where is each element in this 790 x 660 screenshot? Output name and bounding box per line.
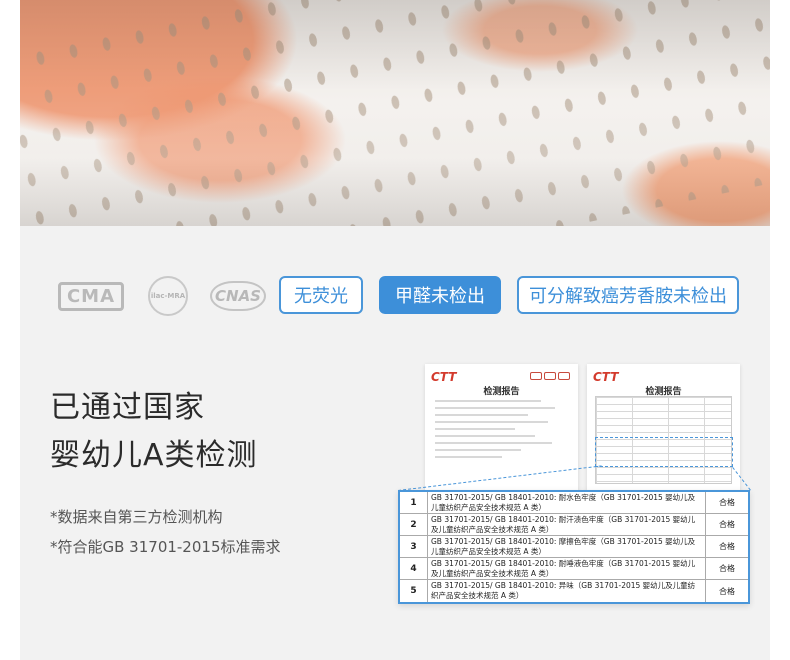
report-text-lines — [435, 400, 568, 482]
row-number: 3 — [400, 536, 428, 557]
report-cert-marks — [530, 372, 570, 380]
cnas-logo-text: CNAS — [210, 281, 266, 311]
note-source: *数据来自第三方检测机构 — [50, 508, 223, 526]
report-logo: CTT — [431, 370, 457, 384]
test-report-page-1: CTT 检测报告 — [425, 364, 578, 492]
tag-no-fluorescence: 无荧光 — [279, 276, 363, 314]
row-result: 合格 — [719, 520, 735, 529]
row-number: 4 — [400, 558, 428, 579]
product-panel: CMA ilac-MRA CNAS 无荧光 甲醛未检出 可分解致癌芳香胺未检出 … — [20, 0, 770, 660]
headline-line-1: 已通过国家 — [50, 390, 205, 425]
row-test-item: GB 31701-2015/ GB 18401-2010: 耐水色牢度（GB 3… — [428, 492, 706, 513]
table-row: 4 GB 31701-2015/ GB 18401-2010: 耐唾液色牢度（G… — [400, 558, 748, 580]
headline: 已通过国家 婴幼儿A类检测 — [50, 384, 350, 480]
row-number: 5 — [400, 580, 428, 602]
tag-no-aromatic-amines: 可分解致癌芳香胺未检出 — [517, 276, 739, 314]
report-logo: CTT — [593, 370, 619, 384]
ilac-mra-logo: ilac-MRA — [146, 276, 190, 316]
table-row: 1 GB 31701-2015/ GB 18401-2010: 耐水色牢度（GB… — [400, 492, 748, 514]
row-test-item: GB 31701-2015/ GB 18401-2010: 耐唾液色牢度（GB … — [428, 558, 706, 579]
test-report-page-2: CTT 检测报告 — [587, 364, 740, 492]
tag-no-formaldehyde: 甲醛未检出 — [379, 276, 501, 314]
row-result: 合格 — [719, 586, 735, 596]
row-result: 合格 — [719, 498, 735, 507]
test-results-table: 1 GB 31701-2015/ GB 18401-2010: 耐水色牢度（GB… — [398, 490, 750, 604]
report-highlight-box — [595, 437, 733, 467]
headline-line-2: 婴幼儿A类检测 — [50, 438, 258, 473]
note-standard: *符合能GB 31701-2015标准需求 — [50, 538, 281, 556]
table-row: 2 GB 31701-2015/ GB 18401-2010: 耐汗渍色牢度（G… — [400, 514, 748, 536]
cma-logo: CMA — [57, 276, 125, 316]
cnas-logo: CNAS — [210, 276, 266, 316]
fabric-shading — [20, 0, 770, 226]
report-title: 检测报告 — [483, 387, 520, 397]
table-row: 5 GB 31701-2015/ GB 18401-2010: 异味（GB 31… — [400, 580, 748, 602]
row-test-item: GB 31701-2015/ GB 18401-2010: 耐汗渍色牢度（GB … — [428, 514, 706, 535]
row-number: 1 — [400, 492, 428, 513]
certification-badges: CMA ilac-MRA CNAS 无荧光 甲醛未检出 可分解致癌芳香胺未检出 — [20, 276, 770, 316]
fabric-photo — [20, 0, 770, 226]
row-result: 合格 — [719, 564, 735, 573]
table-row: 3 GB 31701-2015/ GB 18401-2010: 摩擦色牢度（GB… — [400, 536, 748, 558]
row-result: 合格 — [719, 542, 735, 551]
ilac-mra-logo-text: ilac-MRA — [148, 276, 188, 316]
row-number: 2 — [400, 514, 428, 535]
cma-logo-text: CMA — [57, 281, 125, 311]
row-test-item: GB 31701-2015/ GB 18401-2010: 摩擦色牢度（GB 3… — [428, 536, 706, 557]
row-test-item: GB 31701-2015/ GB 18401-2010: 异味（GB 3170… — [428, 580, 706, 602]
